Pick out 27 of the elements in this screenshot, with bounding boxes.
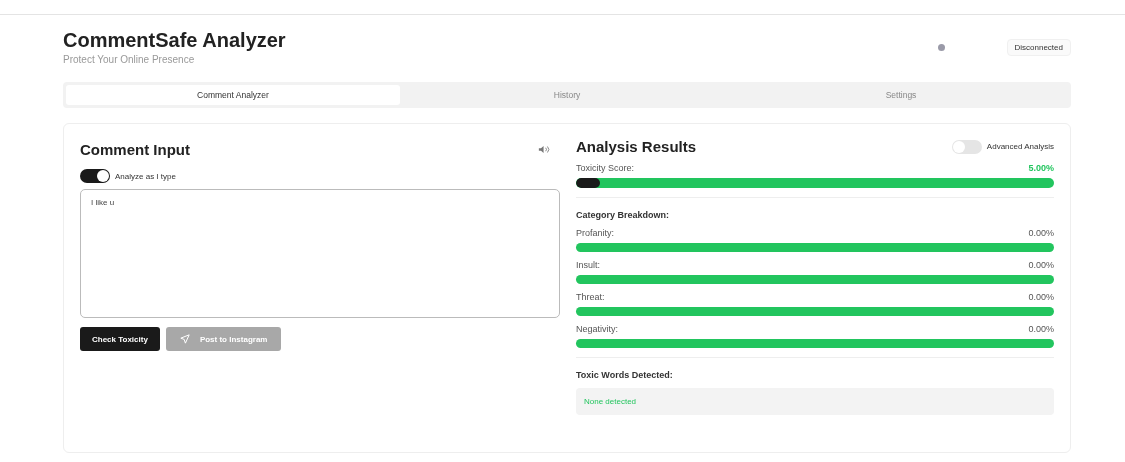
meter-label: Insult:	[576, 260, 600, 270]
meter-label: Threat:	[576, 292, 605, 302]
section-title: Category Breakdown:	[576, 210, 671, 220]
toggle-switch[interactable]	[80, 169, 110, 183]
check-button[interactable]: Check Toxicity	[80, 327, 160, 351]
toggle-switch[interactable]	[951, 139, 982, 154]
panel-title: Comment Input	[80, 141, 190, 158]
toxic-words-text: None detected	[584, 397, 637, 406]
meter-label: Profanity:	[576, 228, 615, 238]
meter-reading: 0.00%	[1028, 228, 1054, 238]
meter-label: Negativity:	[576, 324, 619, 334]
app-title: CommentSafe Analyzer	[63, 29, 286, 52]
app-subtitle: Protect Your Online Presence	[63, 54, 196, 65]
comment-field[interactable]: I like u	[80, 189, 560, 318]
connection-status: Disconnected	[1006, 39, 1071, 56]
panel-title: Analysis Results	[576, 138, 697, 155]
meter-label: Toxicity Score:	[576, 163, 635, 173]
tab[interactable]: Comment Analyzer	[66, 85, 400, 105]
meter-reading: 5.00%	[1028, 163, 1054, 173]
toggle-label: Advanced Analysis	[986, 142, 1054, 151]
send-icon	[179, 334, 190, 344]
section-title: Toxic Words Detected:	[576, 370, 674, 380]
meter-reading: 0.00%	[1028, 260, 1054, 270]
toggle-label: Analyze as I type	[115, 171, 176, 181]
meter-reading: 0.00%	[1028, 292, 1054, 302]
speaker-icon[interactable]	[538, 145, 550, 154]
meter-reading: 0.00%	[1028, 324, 1054, 334]
